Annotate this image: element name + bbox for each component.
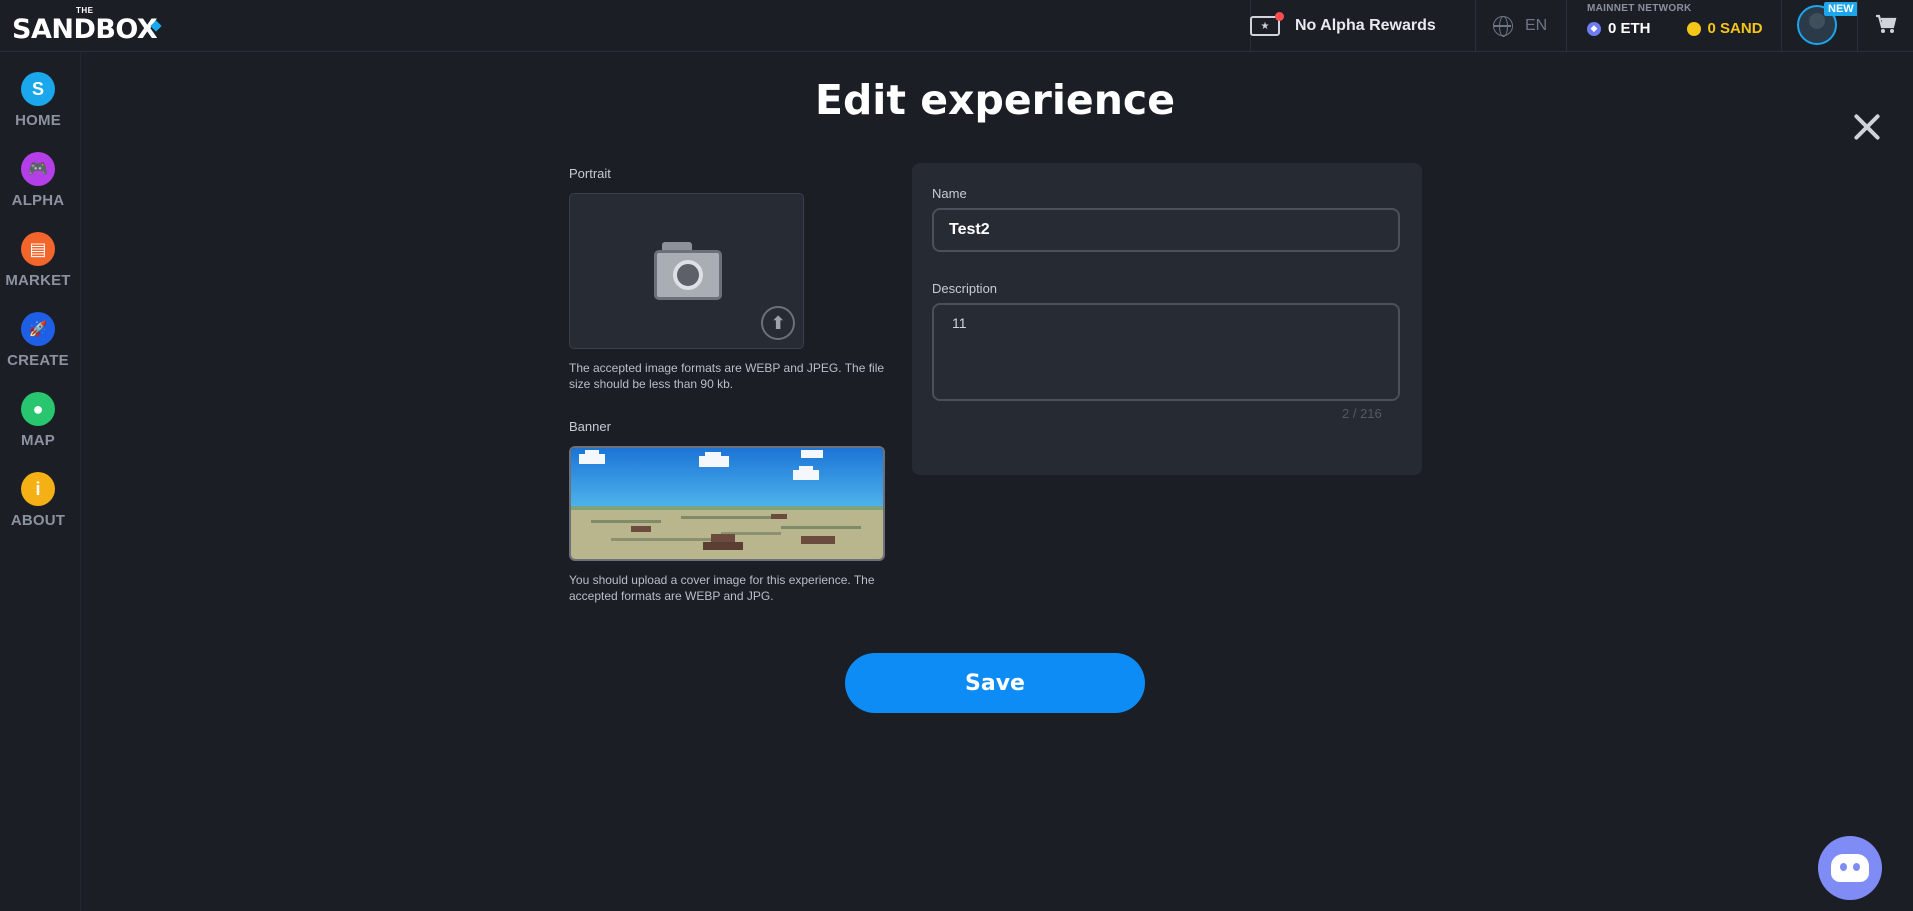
- details-form: Name Description 11: [912, 163, 1422, 475]
- store-icon: ▤: [21, 232, 55, 266]
- sidebar-item-market[interactable]: ▤ MARKET: [0, 232, 76, 302]
- top-bar: THE SANDBOX ★ No Alpha Rewards EN MAINNE…: [0, 0, 1913, 52]
- sidebar-item-label: CREATE: [7, 352, 69, 369]
- network-label: MAINNET NETWORK: [1587, 3, 1692, 14]
- sidebar-item-alpha[interactable]: 🎮 ALPHA: [0, 152, 76, 222]
- sand-balance: 0 SAND: [1707, 20, 1763, 37]
- sidebar-item-label: ABOUT: [10, 512, 66, 529]
- divider: [1566, 0, 1567, 52]
- logo-wordmark: SANDBOX: [12, 14, 158, 45]
- save-button[interactable]: Save: [845, 653, 1145, 713]
- language-selector[interactable]: EN: [1493, 0, 1547, 52]
- banner-image[interactable]: [569, 446, 885, 561]
- sidebar-item-create[interactable]: 🚀 CREATE: [0, 312, 76, 382]
- eth-balance: 0 ETH: [1608, 20, 1651, 37]
- banner-help-text: You should upload a cover image for this…: [569, 573, 875, 603]
- rewards-label: No Alpha Rewards: [1295, 17, 1436, 34]
- sidebar-item-about[interactable]: i ABOUT: [0, 472, 76, 542]
- sidebar-item-map[interactable]: ● MAP: [0, 392, 76, 462]
- divider: [1781, 0, 1782, 52]
- portrait-help-text: The accepted image formats are WEBP and …: [569, 361, 885, 391]
- character-counter: 2 / 216: [1342, 406, 1382, 421]
- portrait-upload[interactable]: ⬆: [569, 193, 804, 349]
- cart-icon[interactable]: [1875, 13, 1897, 35]
- camera-icon: [654, 240, 722, 300]
- sand-coin-icon: [1686, 21, 1701, 36]
- rocket-icon: 🚀: [21, 312, 55, 346]
- banner-label: Banner: [569, 419, 611, 434]
- alpha-rewards-button[interactable]: ★ No Alpha Rewards: [1250, 0, 1475, 52]
- language-label: EN: [1525, 17, 1548, 34]
- globe-icon: [1493, 16, 1513, 37]
- ticket-icon: ★: [1250, 12, 1284, 36]
- upload-arrow-icon[interactable]: ⬆: [761, 306, 795, 340]
- info-icon: i: [21, 472, 55, 506]
- sandbox-logo[interactable]: THE SANDBOX: [12, 6, 162, 46]
- new-badge: NEW: [1824, 2, 1858, 16]
- sidebar-item-label: MAP: [21, 432, 55, 449]
- name-input[interactable]: [932, 208, 1400, 252]
- gamepad-icon: 🎮: [21, 152, 55, 186]
- sidebar-item-label: ALPHA: [11, 192, 65, 209]
- page-title: Edit experience: [814, 76, 1176, 124]
- eth-icon: ◆: [1587, 21, 1601, 36]
- sidebar: S HOME 🎮 ALPHA ▤ MARKET 🚀 CREATE ● MAP i…: [0, 52, 81, 911]
- wallet-balance[interactable]: MAINNET NETWORK ◆ 0 ETH 0 SAND: [1587, 2, 1767, 50]
- sidebar-item-label: MARKET: [5, 272, 71, 289]
- description-textarea[interactable]: 11: [932, 303, 1400, 401]
- description-label: Description: [932, 281, 998, 296]
- discord-icon[interactable]: [1818, 836, 1882, 900]
- portrait-label: Portrait: [569, 166, 611, 181]
- divider: [1857, 0, 1858, 52]
- close-icon[interactable]: [1852, 112, 1882, 142]
- divider: [1475, 0, 1476, 52]
- notification-dot: [1275, 12, 1284, 21]
- name-label: Name: [932, 186, 967, 201]
- map-pin-icon: ●: [21, 392, 55, 426]
